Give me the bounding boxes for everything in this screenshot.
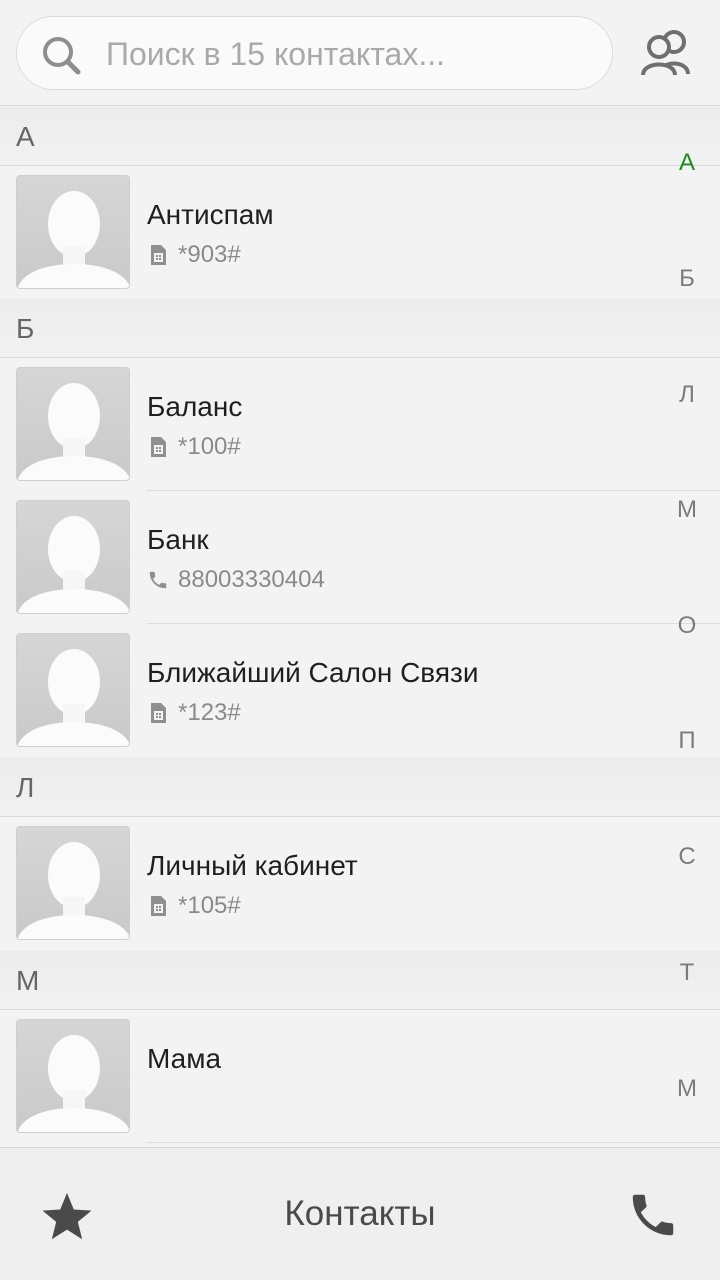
- index-letter[interactable]: Т: [672, 959, 702, 987]
- groups-icon[interactable]: [638, 28, 696, 78]
- avatar: [16, 633, 130, 747]
- sim-card-icon: [151, 437, 166, 457]
- contact-number: *123#: [178, 699, 241, 726]
- default-avatar-icon: [17, 649, 129, 746]
- avatar: [16, 367, 130, 481]
- contact-row[interactable]: Мама: [0, 1010, 720, 1143]
- phone-icon[interactable]: [626, 1188, 680, 1242]
- contact-detail: *123#: [147, 699, 241, 727]
- contact-name: Ближайший Салон Связи: [147, 657, 479, 688]
- index-letter[interactable]: А: [672, 149, 702, 177]
- contact-detail: *100#: [147, 433, 241, 461]
- index-letter[interactable]: С: [672, 843, 702, 871]
- contact-row[interactable]: Баланс *100#: [0, 358, 720, 491]
- contact-name: Баланс: [147, 391, 243, 422]
- avatar: [16, 826, 130, 940]
- contact-name: Мама: [147, 1043, 222, 1074]
- search-icon: [43, 37, 81, 75]
- avatar: [16, 500, 130, 614]
- divider: [147, 1142, 720, 1143]
- section-letter: А: [16, 121, 35, 152]
- avatar: [16, 175, 130, 289]
- contact-detail: 88003330404: [147, 566, 325, 594]
- section-header: М: [0, 951, 720, 1010]
- contact-number: *100#: [178, 433, 241, 460]
- index-letter[interactable]: Б: [672, 265, 702, 293]
- search-input[interactable]: [106, 32, 586, 76]
- bottom-title: Контакты: [284, 1194, 436, 1233]
- sim-card-icon: [151, 703, 166, 723]
- section-header: А: [0, 107, 720, 166]
- contact-number: 88003330404: [178, 566, 325, 593]
- top-bar: [0, 0, 720, 106]
- contact-row[interactable]: Банк 88003330404: [0, 491, 720, 624]
- contact-list[interactable]: А Антиспам *903# Б Баланс *100# Банк 880…: [0, 107, 720, 1147]
- contacts-screen: А Антиспам *903#: [0, 0, 720, 1280]
- index-letter[interactable]: М: [672, 496, 702, 524]
- default-avatar-icon: [17, 1035, 129, 1132]
- contact-name: Банк: [147, 524, 209, 555]
- contact-number: *903#: [178, 241, 241, 268]
- phone-icon: [149, 571, 167, 589]
- bottom-bar: Контакты: [0, 1147, 720, 1280]
- section-header: Б: [0, 299, 720, 358]
- index-letter[interactable]: М: [672, 1075, 702, 1103]
- section-letter: Л: [16, 772, 35, 803]
- sim-card-icon: [151, 896, 166, 916]
- section-header: Л: [0, 758, 720, 817]
- contact-detail: *105#: [147, 892, 241, 920]
- section-letter: М: [16, 965, 40, 996]
- default-avatar-icon: [17, 191, 129, 288]
- default-avatar-icon: [17, 842, 129, 939]
- contact-row[interactable]: Ближайший Салон Связи *123#: [0, 624, 720, 757]
- index-letter[interactable]: О: [672, 612, 702, 640]
- avatar: [16, 1019, 130, 1133]
- contact-row[interactable]: Личный кабинет *105#: [0, 817, 720, 950]
- default-avatar-icon: [17, 383, 129, 480]
- contact-detail: *903#: [147, 241, 241, 269]
- contact-name: Личный кабинет: [147, 850, 358, 881]
- sim-card-icon: [151, 245, 166, 265]
- contact-row[interactable]: Антиспам *903#: [0, 166, 720, 299]
- default-avatar-icon: [17, 516, 129, 613]
- index-letter[interactable]: П: [672, 727, 702, 755]
- section-letter: Б: [16, 313, 35, 344]
- contact-number: *105#: [178, 892, 241, 919]
- index-letter[interactable]: Л: [672, 381, 702, 409]
- contact-name: Антиспам: [147, 199, 274, 230]
